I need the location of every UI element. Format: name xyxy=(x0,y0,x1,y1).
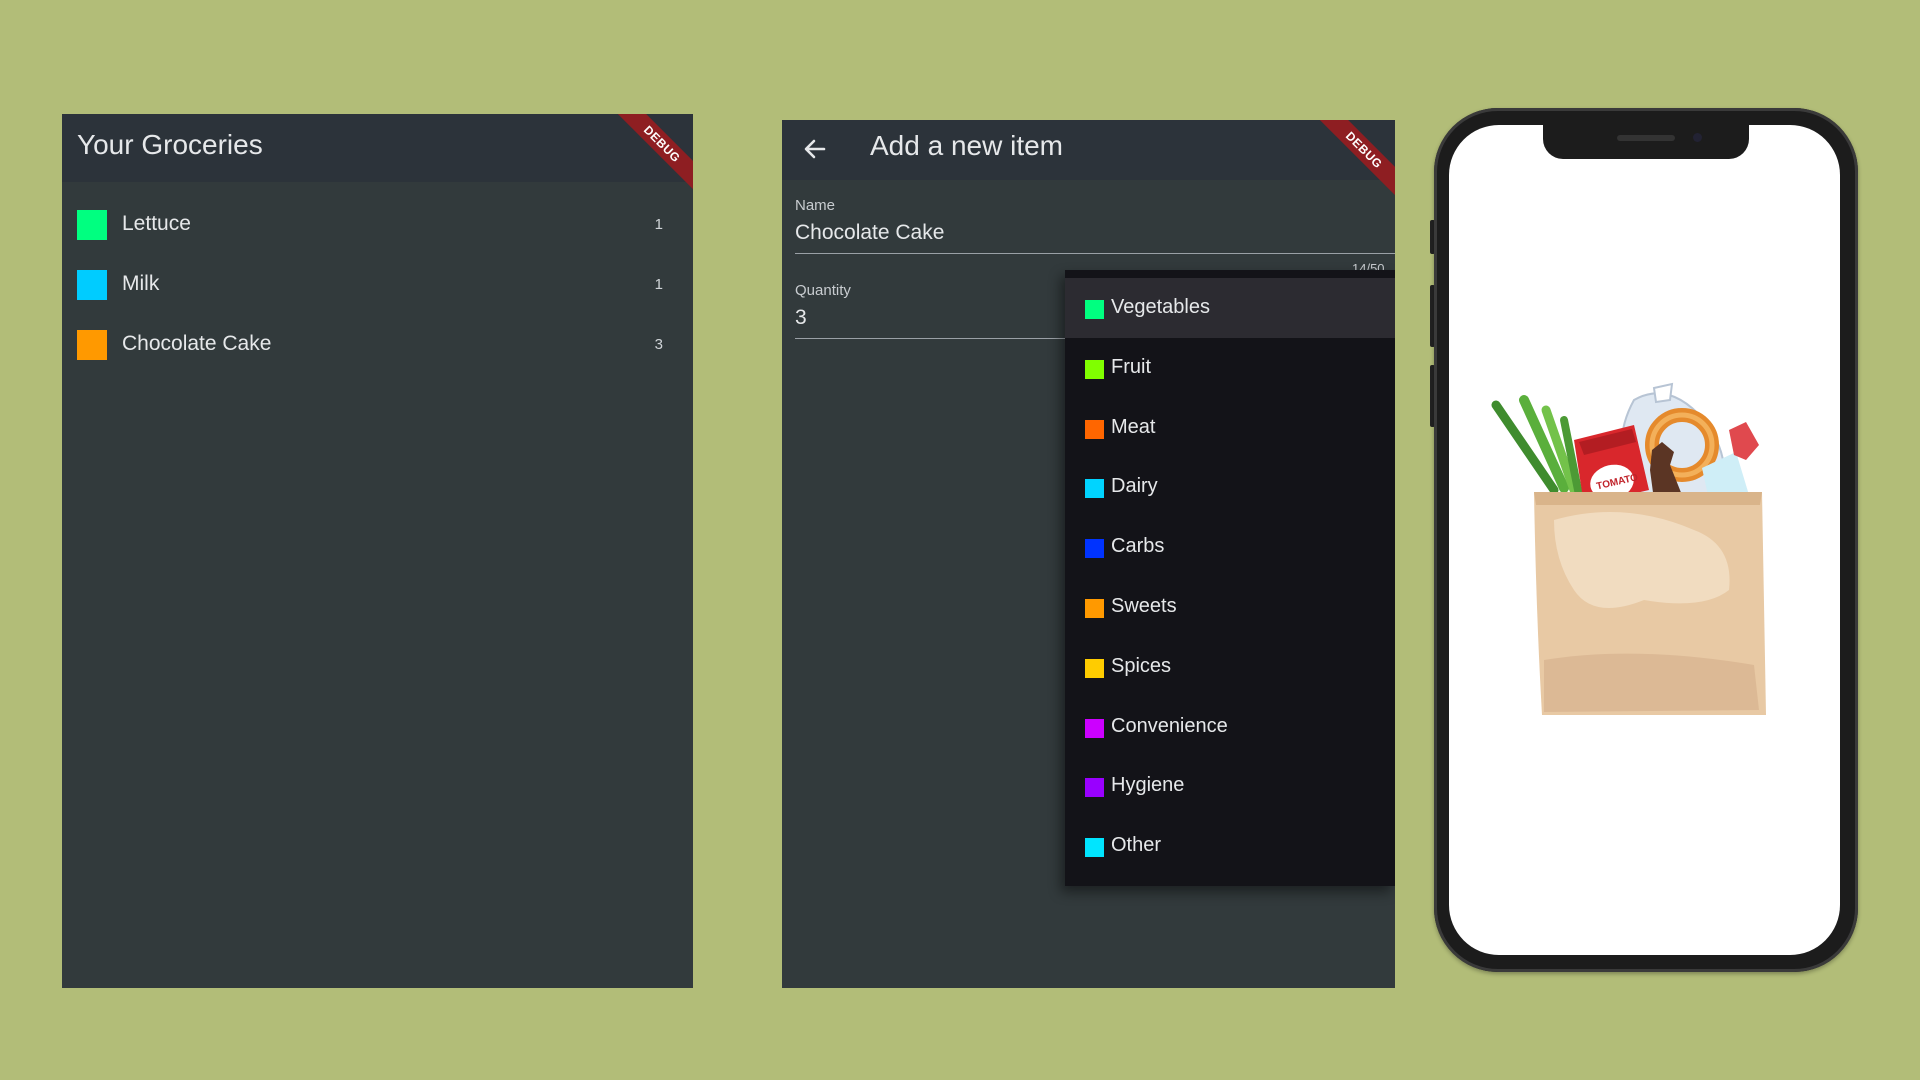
category-option-label: Vegetables xyxy=(1111,296,1210,318)
category-color-swatch xyxy=(1085,359,1104,379)
category-color-swatch xyxy=(1085,300,1104,319)
speaker xyxy=(1617,135,1675,141)
category-option-hygiene[interactable]: Hygiene xyxy=(1065,756,1395,816)
category-option-label: Carbs xyxy=(1111,535,1165,558)
category-option-label: Fruit xyxy=(1111,355,1151,378)
name-field-label: Name xyxy=(795,197,836,214)
grocery-list-item[interactable]: Milk 1 xyxy=(62,256,693,316)
category-dropdown-menu[interactable]: Vegetables Fruit Meat Dairy Carbs Sweets Spice… xyxy=(1065,270,1395,886)
category-color-swatch xyxy=(1085,658,1104,678)
grocery-item-quantity: 3 xyxy=(654,336,663,353)
name-field-value[interactable]: Chocolate Cake xyxy=(795,221,944,245)
category-option-meat[interactable]: Meat xyxy=(1065,398,1395,458)
back-arrow-icon[interactable] xyxy=(800,134,830,164)
grocery-list-screen: Your Groceries DEBUG Lettuce 1 Milk 1 Chocol… xyxy=(62,114,693,988)
phone-screen: TOMATO xyxy=(1449,125,1840,955)
category-option-convenience[interactable]: Convenience xyxy=(1065,697,1395,757)
category-color-swatch xyxy=(1085,778,1104,798)
category-color-swatch xyxy=(1085,539,1104,559)
grocery-item-quantity: 1 xyxy=(654,276,663,293)
category-color-swatch xyxy=(1085,419,1104,439)
category-option-label: Dairy xyxy=(1111,475,1158,498)
category-option-label: Meat xyxy=(1111,415,1156,438)
category-option-label: Sweets xyxy=(1111,595,1177,617)
grocery-item-quantity: 1 xyxy=(654,216,663,233)
category-option-label: Hygiene xyxy=(1111,774,1185,797)
category-color-swatch xyxy=(77,330,107,360)
category-option-other[interactable]: Other xyxy=(1065,816,1395,876)
quantity-field-underline xyxy=(795,338,1065,339)
page-title: Add a new item xyxy=(870,130,1063,161)
category-option-label: Other xyxy=(1111,834,1162,857)
grocery-item-name: Chocolate Cake xyxy=(122,332,272,355)
grocery-item-name: Lettuce xyxy=(122,212,191,235)
debug-label: DEBUG xyxy=(613,114,693,194)
category-option-vegetables[interactable]: Vegetables xyxy=(1065,278,1395,338)
category-color-swatch xyxy=(1085,479,1104,499)
category-option-fruit[interactable]: Fruit xyxy=(1065,338,1395,398)
category-option-carbs[interactable]: Carbs xyxy=(1065,517,1395,577)
quantity-field-value[interactable]: 3 xyxy=(795,306,807,330)
category-color-swatch xyxy=(77,210,107,240)
grocery-bag-icon: TOMATO xyxy=(1484,360,1794,730)
add-item-screen: Add a new item DEBUG Name Chocolate Cake… xyxy=(782,120,1395,988)
category-color-swatch xyxy=(77,270,107,300)
debug-label: DEBUG xyxy=(1315,120,1395,200)
grocery-list-item[interactable]: Lettuce 1 xyxy=(62,196,693,256)
category-option-label: Spices xyxy=(1111,654,1172,677)
app-bar: Add a new item xyxy=(782,120,1395,180)
name-field-underline xyxy=(795,253,1395,254)
quantity-field-label: Quantity xyxy=(795,282,851,299)
grocery-list-item[interactable]: Chocolate Cake 3 xyxy=(62,316,693,376)
category-color-swatch xyxy=(1085,599,1104,618)
category-list: Vegetables Fruit Meat Dairy Carbs Sweets Spice… xyxy=(1065,278,1395,886)
category-color-swatch xyxy=(1085,718,1104,738)
debug-banner: DEBUG xyxy=(1315,120,1395,200)
phone-mockup: TOMATO xyxy=(1434,108,1858,972)
page-title: Your Groceries xyxy=(77,129,263,160)
category-option-spices[interactable]: Spices xyxy=(1065,637,1395,697)
camera-icon xyxy=(1693,133,1702,142)
category-color-swatch xyxy=(1085,838,1104,858)
category-option-sweets[interactable]: Sweets xyxy=(1065,577,1395,637)
phone-notch xyxy=(1543,125,1749,159)
app-bar: Your Groceries xyxy=(62,114,693,182)
debug-banner: DEBUG xyxy=(613,114,693,194)
grocery-item-name: Milk xyxy=(122,272,160,295)
category-option-label: Convenience xyxy=(1111,714,1228,737)
category-option-dairy[interactable]: Dairy xyxy=(1065,457,1395,517)
